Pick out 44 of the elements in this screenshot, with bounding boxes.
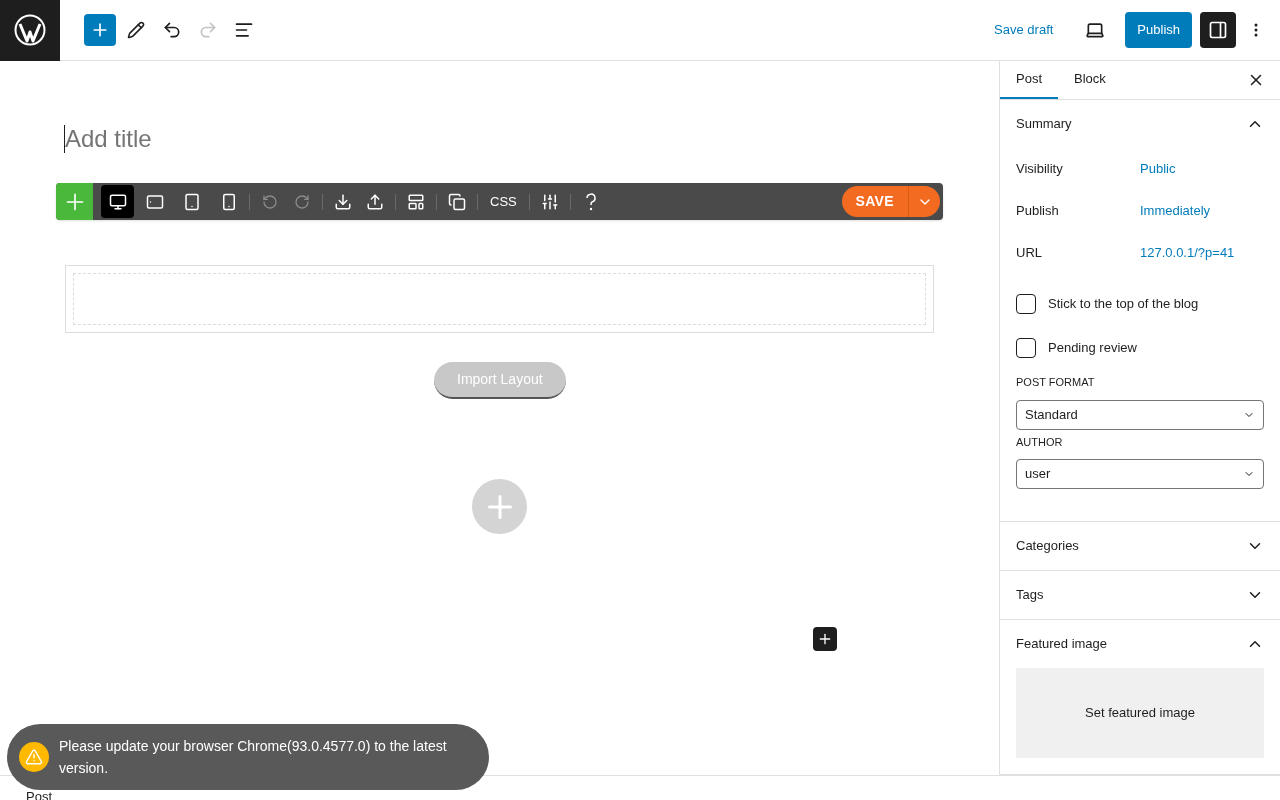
view-mode-button[interactable]	[101, 185, 134, 218]
list-icon	[234, 20, 254, 40]
field-label: Publish	[1016, 202, 1060, 221]
field-value-link[interactable]: Public	[1140, 159, 1176, 179]
panel-header[interactable]: Tags	[1000, 571, 1280, 619]
checkbox-label: Stick to the top of the blog	[1048, 295, 1199, 314]
sidebar-icon	[1208, 20, 1228, 40]
set-featured-image-button[interactable]: Set featured image	[1016, 668, 1264, 758]
more-icon	[1254, 23, 1258, 37]
notice-text: Please update your browser Chrome(93.0.4577.0) to the latest version.	[59, 737, 448, 778]
pencil-icon	[127, 21, 145, 39]
select-field[interactable]: user	[1016, 459, 1264, 489]
select-field[interactable]: Standard	[1016, 399, 1264, 430]
select-label: POST FORMAT	[1016, 375, 1096, 390]
field-value-link[interactable]: 127.0.0.1/?p=41	[1140, 243, 1235, 263]
summary-panel-header[interactable]: Summary	[1000, 100, 1280, 148]
tablet-icon	[145, 192, 164, 211]
field-label: URL	[1016, 244, 1043, 263]
field-value-link[interactable]: Immediately	[1140, 201, 1211, 221]
tablet-icon	[182, 192, 201, 211]
redo-icon	[198, 20, 218, 40]
add-block-button[interactable]	[813, 627, 837, 651]
undo-icon	[162, 20, 182, 40]
sidebar-tab[interactable]: Block	[1058, 61, 1122, 99]
css-button[interactable]: CSS	[482, 191, 525, 212]
checkbox-label: Pending review	[1048, 339, 1137, 358]
checkbox[interactable]	[1016, 338, 1036, 358]
sidebar-tab[interactable]: Post	[1000, 61, 1058, 99]
save-draft-link[interactable]: Save draft	[982, 20, 1066, 40]
select-value: Standard	[1025, 405, 1078, 424]
select-label: AUTHOR	[1016, 434, 1064, 450]
panel-header[interactable]: Featured image	[1000, 620, 1280, 668]
desktop-icon	[108, 192, 127, 211]
laptop-icon	[1085, 20, 1106, 40]
wordpress-logo-icon[interactable]	[0, 0, 60, 61]
plus-icon	[817, 631, 833, 647]
select-value: user	[1025, 465, 1051, 484]
field-label: Visibility	[1016, 160, 1064, 179]
title-field[interactable]: Add title	[64, 125, 156, 153]
checkbox[interactable]	[1016, 294, 1036, 314]
warning-icon	[25, 748, 43, 766]
panel-header[interactable]: Categories	[1000, 522, 1280, 570]
settings-button[interactable]	[1200, 12, 1236, 48]
publish-button[interactable]: Publish	[1125, 12, 1192, 48]
